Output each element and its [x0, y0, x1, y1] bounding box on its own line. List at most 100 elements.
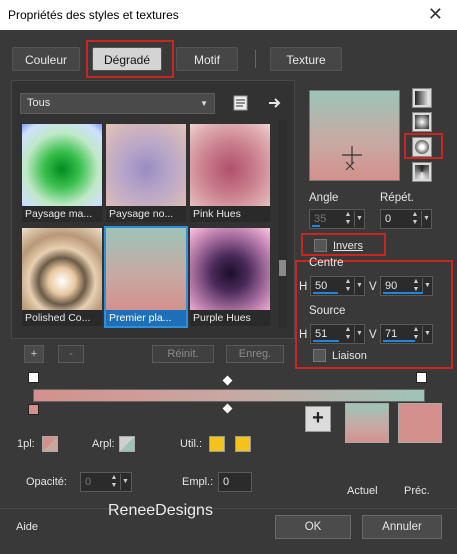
window-title: Propriétés des styles et textures	[8, 8, 179, 22]
gradient-label: Paysage ma...	[22, 206, 102, 222]
source-h-label: H	[299, 329, 308, 341]
link-checkbox[interactable]	[313, 349, 326, 362]
spinner-arrows-icon[interactable]: ▲ ▼	[343, 278, 353, 294]
reset-button[interactable]: Réinit.	[152, 345, 214, 363]
fg-color-swatch[interactable]	[42, 436, 58, 452]
bg-label: Arpl:	[92, 438, 115, 450]
close-icon[interactable]: ✕	[428, 4, 443, 25]
chevron-down-icon[interactable]: ▼	[120, 474, 130, 490]
source-label: Source	[309, 305, 346, 317]
sunburst-style-button[interactable]	[412, 137, 432, 157]
chevron-down-icon[interactable]: ▼	[354, 211, 364, 227]
chevron-down-icon[interactable]: ▼	[354, 278, 364, 294]
tab-texture[interactable]: Texture	[270, 47, 342, 71]
footer-divider	[0, 508, 457, 509]
add-gradient-button[interactable]: +	[24, 345, 44, 363]
source-h-spinner[interactable]: 51 ▲ ▼ ▼	[310, 324, 365, 344]
fg-label: 1pl:	[17, 438, 35, 450]
gradient-label: Pink Hues	[190, 206, 270, 222]
opacity-value: 0	[85, 476, 92, 488]
crosshair-icon[interactable]	[340, 146, 364, 171]
source-v-label: V	[369, 329, 377, 341]
user-color-swatch[interactable]	[209, 436, 225, 452]
gradient-preview	[106, 228, 186, 310]
linear-gradient-icon	[415, 91, 429, 105]
center-h-spinner[interactable]: 50 ▲ ▼ ▼	[310, 276, 365, 296]
rectangular-gradient-icon	[415, 115, 429, 129]
user-color-swatch-alt[interactable]	[235, 436, 251, 452]
cancel-button[interactable]: Annuler	[362, 515, 442, 539]
repeat-spinner[interactable]: 0 ▲ ▼ ▼	[380, 209, 432, 229]
spinner-arrows-icon[interactable]: ▲ ▼	[410, 211, 420, 227]
source-v-spinner[interactable]: 71 ▲ ▼ ▼	[380, 324, 433, 344]
tab-motif[interactable]: Motif	[176, 47, 238, 71]
help-link[interactable]: Aide	[16, 521, 38, 533]
location-input[interactable]: 0	[218, 472, 252, 492]
arrow-right-icon[interactable]	[266, 94, 284, 112]
gradient-editor-bar[interactable]	[33, 389, 425, 402]
spinner-arrows-icon[interactable]: ▲ ▼	[343, 326, 353, 342]
tab-couleur[interactable]: Couleur	[12, 47, 80, 71]
gradient-preview	[190, 124, 270, 206]
chevron-down-icon[interactable]: ▼	[422, 278, 432, 294]
category-select-value: Tous	[27, 97, 51, 109]
gradient-label: Polished Co...	[22, 310, 102, 326]
angle-progress-bar	[312, 225, 320, 227]
library-icon[interactable]	[232, 94, 250, 112]
source-v-value: 71	[385, 328, 398, 340]
gradient-thumb-paysage-ma[interactable]: Paysage ma...	[22, 124, 102, 222]
tab-degrade[interactable]: Dégradé	[92, 47, 162, 71]
spinner-arrows-icon[interactable]: ▲ ▼	[343, 211, 353, 227]
invert-checkbox[interactable]	[314, 239, 327, 252]
top-stop-marker-end[interactable]	[416, 372, 427, 383]
watermark-text: ReneeDesigns	[108, 502, 213, 519]
add-swatch-button[interactable]: +	[305, 406, 331, 432]
previous-swatch[interactable]	[398, 403, 442, 443]
library-scrollbar[interactable]	[278, 120, 287, 328]
chevron-down-icon[interactable]: ▼	[421, 211, 431, 227]
radial-gradient-icon	[415, 165, 429, 179]
radial-style-button[interactable]	[412, 162, 432, 182]
top-stop-marker-start[interactable]	[28, 372, 39, 383]
bg-color-swatch[interactable]	[119, 436, 135, 452]
current-swatch[interactable]	[345, 403, 389, 443]
center-h-label: H	[299, 281, 308, 293]
gradient-thumb-polished-co[interactable]: Polished Co...	[22, 228, 102, 326]
gradient-preview	[106, 124, 186, 206]
remove-gradient-button[interactable]: -	[58, 345, 84, 363]
location-label: Empl.:	[182, 476, 214, 488]
angle-value: 35	[314, 213, 327, 225]
center-v-spinner[interactable]: 90 ▲ ▼ ▼	[380, 276, 433, 296]
spinner-arrows-icon[interactable]: ▲ ▼	[109, 474, 119, 490]
invert-label: Invers	[333, 240, 363, 252]
gradient-preview	[22, 228, 102, 310]
repeat-value: 0	[385, 213, 392, 225]
center-h-progress-bar	[313, 292, 338, 294]
linear-style-button[interactable]	[412, 88, 432, 108]
color-stop-start[interactable]	[28, 404, 39, 415]
current-label: Actuel	[347, 485, 378, 497]
gradient-thumb-purple-hues[interactable]: Purple Hues	[190, 228, 270, 326]
center-v-label: V	[369, 281, 377, 293]
tab-separator	[255, 50, 256, 68]
chevron-down-icon[interactable]: ▼	[354, 326, 364, 342]
chevron-down-icon[interactable]: ▼	[422, 326, 432, 342]
link-label: Liaison	[332, 350, 367, 362]
ok-button[interactable]: OK	[275, 515, 351, 539]
center-v-progress-bar	[383, 292, 423, 294]
center-label: Centre	[309, 257, 344, 269]
category-select[interactable]: Tous ▼	[20, 93, 215, 114]
scrollbar-thumb[interactable]	[279, 260, 286, 276]
location-value: 0	[223, 476, 230, 488]
gradient-thumb-paysage-no[interactable]: Paysage no...	[106, 124, 186, 222]
gradient-thumb-pink-hues[interactable]: Pink Hues	[190, 124, 270, 222]
angle-spinner[interactable]: 35 ▲ ▼ ▼	[309, 209, 365, 229]
save-gradient-button[interactable]: Enreg.	[226, 345, 284, 363]
chevron-down-icon: ▼	[200, 99, 208, 108]
previous-label: Préc.	[404, 485, 430, 497]
rectangular-style-button[interactable]	[412, 112, 432, 132]
opacity-spinner[interactable]: 0 ▲ ▼ ▼	[80, 472, 132, 492]
gradient-thumb-premier-pla[interactable]: Premier pla...	[104, 226, 188, 328]
gradient-preview	[190, 228, 270, 310]
center-h-value: 50	[315, 280, 328, 292]
